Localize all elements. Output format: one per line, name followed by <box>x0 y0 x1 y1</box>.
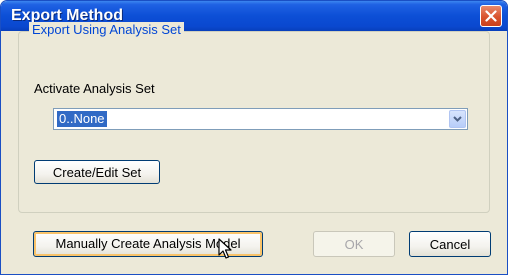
analysis-set-combobox[interactable]: 0..None <box>53 108 468 130</box>
combo-dropdown-button[interactable] <box>449 110 466 128</box>
group-legend: Export Using Analysis Set <box>29 22 184 37</box>
analysis-set-selected-value: 0..None <box>57 111 107 127</box>
create-edit-set-button[interactable]: Create/Edit Set <box>34 160 160 184</box>
chevron-down-icon <box>453 116 462 122</box>
close-icon <box>485 10 497 22</box>
mouse-cursor-icon <box>218 238 232 259</box>
cancel-button[interactable]: Cancel <box>409 231 491 257</box>
activate-analysis-set-label: Activate Analysis Set <box>34 81 155 96</box>
ok-button[interactable]: OK <box>313 231 395 257</box>
close-button[interactable] <box>480 5 502 27</box>
